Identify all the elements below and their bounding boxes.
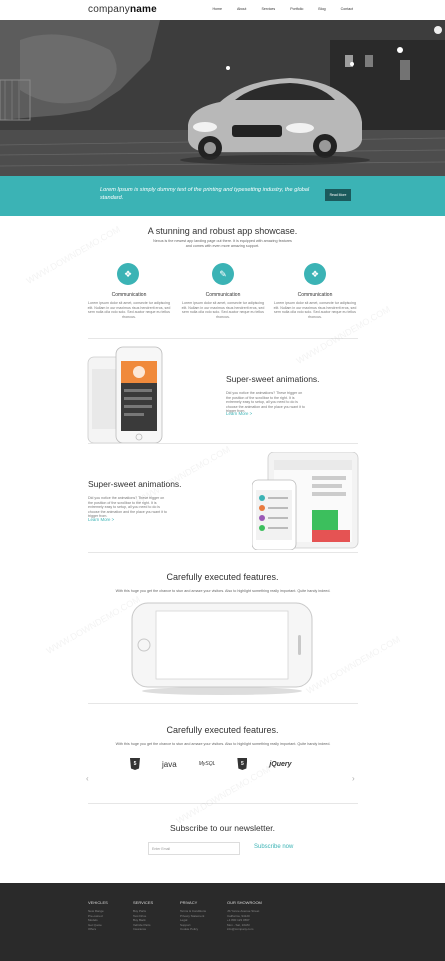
footer-link[interactable]: Offers <box>88 927 108 932</box>
watermark: WWW.DOWNDEMO.COM <box>174 764 272 826</box>
nav-contact[interactable]: Contact <box>341 7 353 11</box>
executed-text-1: With this huge you get the chance to stu… <box>115 589 331 593</box>
footer-column-showroom: OUR SHOWROOM JS Yonne Avenue Street Cali… <box>227 900 262 932</box>
html5-icon: 5 <box>130 758 140 770</box>
footer-text: info@company.com <box>227 927 254 932</box>
devices-illustration <box>251 451 359 551</box>
hero-image <box>0 20 445 176</box>
iphone-landscape-image <box>130 601 315 701</box>
feature-text-3: Lorem ipsum dolor sit amet, consecte tur… <box>273 301 357 319</box>
feature-icon-1: ❖ <box>117 263 139 285</box>
site-header: companyname Home About Services Portfoli… <box>0 0 445 20</box>
footer-link[interactable]: Insurance <box>133 927 153 932</box>
java-logo: java <box>162 760 177 769</box>
nav-blog[interactable]: Blog <box>318 7 325 11</box>
feature-text-2: Lorem ipsum dolor sit amet, consecte tur… <box>181 301 265 319</box>
feature-title-1: Communication <box>111 292 147 298</box>
logo-light-text: company <box>88 4 130 15</box>
footer-heading: VEHICLES <box>88 900 108 905</box>
html5-logo: 5 <box>130 758 140 770</box>
iphone-landscape-illustration <box>131 602 313 695</box>
feature-text-1: Lorem ipsum dolor sit amet, consecte tur… <box>87 301 171 319</box>
subscribe-button[interactable]: Subscribe now <box>254 844 293 850</box>
footer-text: JS Yonne Avenue Street <box>227 909 260 913</box>
feature-title-2: Communication <box>205 292 241 298</box>
divider <box>88 803 358 804</box>
main-nav: Home About Services Portfolio Blog Conta… <box>197 7 353 11</box>
divider <box>88 443 358 444</box>
animations-title-1: Super-sweet animations. <box>226 374 320 384</box>
footer-heading: OUR SHOWROOM <box>227 900 262 905</box>
iphone-pair-image <box>86 345 186 450</box>
newsletter-title: Subscribe to our newsletter. <box>170 823 275 833</box>
learn-more-link-2[interactable]: Learn More > <box>88 517 114 522</box>
cta-banner: Lorem Ipsum is simply dummy text of the … <box>0 176 445 216</box>
footer-heading: PRIVACY <box>180 900 198 905</box>
tech-logos: 5 java MySQL 5 jQuery <box>130 758 314 770</box>
showcase-title: A stunning and robust app showcase. <box>147 226 298 236</box>
nav-about[interactable]: About <box>237 7 246 11</box>
feature-icon-3: ❖ <box>304 263 326 285</box>
phones-illustration <box>87 346 163 444</box>
footer-column-vehicles: VEHICLES New Range Pre-owned Models Get … <box>88 900 108 932</box>
nav-portfolio[interactable]: Portfolio <box>290 7 303 11</box>
jquery-label: jQuery <box>269 760 292 768</box>
mysql-logo: MySQL <box>199 761 216 767</box>
watermark: WWW.DOWNDEMO.COM <box>304 634 402 696</box>
executed-text-2: With this huge you get the chance to stu… <box>115 742 331 746</box>
banner-text: Lorem Ipsum is simply dummy text of the … <box>100 187 310 201</box>
learn-more-link-1[interactable]: Learn More > <box>226 411 252 416</box>
animations-text-2: Did you notice the animations? These tri… <box>88 496 167 519</box>
brush-icon: ✎ <box>219 268 227 279</box>
site-footer: VEHICLES New Range Pre-owned Models Get … <box>0 883 445 961</box>
divider <box>88 703 358 704</box>
chat-icon: ❖ <box>123 268 133 279</box>
tablet-phone-image <box>251 451 360 555</box>
jquery-logo: jQuery <box>269 761 291 768</box>
divider <box>88 552 358 553</box>
java-label: java <box>162 759 177 769</box>
read-more-button[interactable]: Read More <box>325 189 351 201</box>
html5-icon: 5 <box>237 758 248 770</box>
html5-logo: 5 <box>237 758 248 770</box>
footer-link[interactable]: Terms & Conditions <box>180 909 206 914</box>
carousel-prev-arrow[interactable]: ‹ <box>86 774 89 783</box>
executed-title-1: Carefully executed features. <box>166 572 279 582</box>
feature-title-3: Communication <box>297 292 333 298</box>
nav-home[interactable]: Home <box>212 7 222 11</box>
animations-title-2: Super-sweet animations. <box>88 479 182 489</box>
nav-services[interactable]: Services <box>261 7 275 11</box>
footer-column-privacy: PRIVACY Terms & Conditions Privacy State… <box>180 900 206 932</box>
mysql-label: MySQL <box>198 761 216 767</box>
email-input[interactable]: Enter Email <box>148 842 240 855</box>
chat-icon: ❖ <box>310 268 320 279</box>
footer-column-services: SERVICES Buy Parts Test Drive Buy Back V… <box>133 900 153 932</box>
divider <box>88 338 358 339</box>
showcase-subtitle: Nexus is the newest app landing page out… <box>153 239 292 248</box>
footer-heading: SERVICES <box>133 900 154 905</box>
watermark: WWW.DOWNDEMO.COM <box>44 594 142 656</box>
footer-link[interactable]: Cookie Policy <box>180 927 206 932</box>
executed-title-2: Carefully executed features. <box>166 725 279 735</box>
company-logo[interactable]: companyname <box>88 4 157 15</box>
carousel-next-arrow[interactable]: › <box>352 774 355 783</box>
logo-bold-text: name <box>129 4 157 15</box>
feature-icon-2: ✎ <box>212 263 234 285</box>
hero-car-scene <box>0 20 445 176</box>
